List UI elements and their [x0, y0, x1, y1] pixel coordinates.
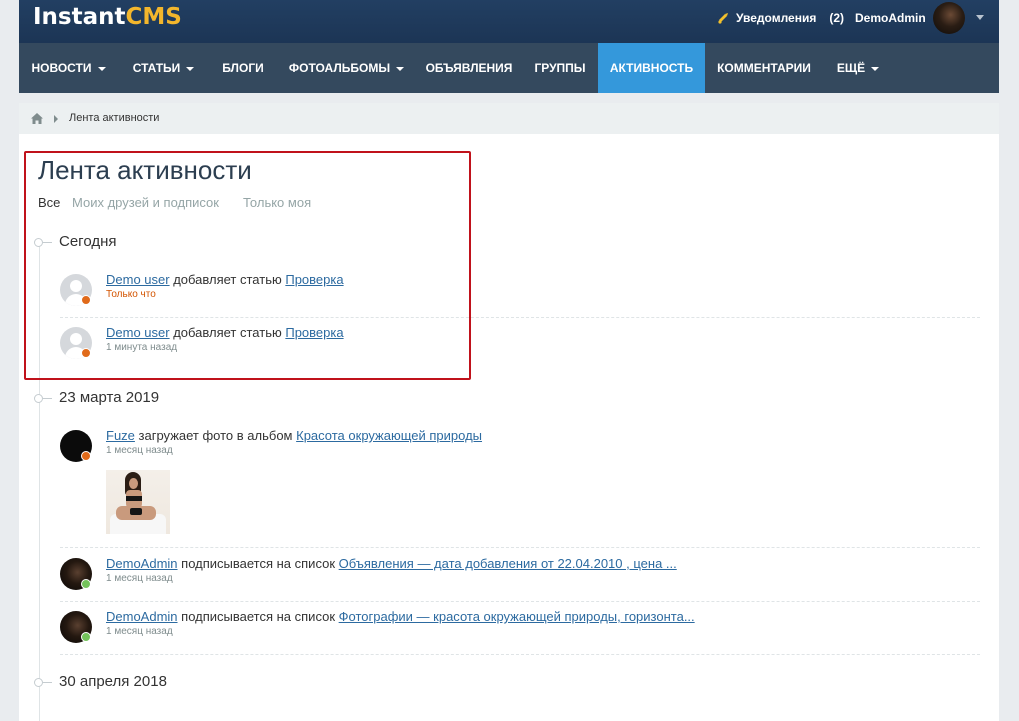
activity-time: 1 месяц назад — [106, 573, 173, 584]
action-text: подписывается на список — [181, 609, 336, 624]
bell-icon — [718, 13, 728, 24]
target-link[interactable]: Проверка — [285, 272, 343, 287]
page: InstantCMS Уведомления (2) DemoAdmin НОВ… — [19, 0, 999, 721]
photo-thumbnail[interactable] — [106, 470, 170, 534]
breadcrumb-current: Лента активности — [69, 112, 160, 124]
activity-time: 1 месяц назад — [106, 445, 173, 456]
user-link[interactable]: Demo user — [106, 325, 170, 340]
timeline-dot — [34, 678, 43, 687]
user-menu-name[interactable]: DemoAdmin — [855, 11, 926, 25]
activity-time: Только что — [106, 289, 156, 300]
action-text: подписывается на список — [181, 556, 336, 571]
main-nav: НОВОСТИ СТАТЬИ БЛОГИ ФОТОАЛЬБОМЫ ОБЪЯВЛЕНИЯ Г… — [19, 43, 999, 93]
nav-item-label: ОБЪЯВЛЕНИЯ — [425, 61, 513, 75]
page-title: Лента активности — [38, 155, 252, 185]
nav-item-label: НОВОСТИ — [31, 61, 92, 75]
nav-item-label: ФОТОАЛЬБОМЫ — [288, 61, 391, 75]
user-link[interactable]: DemoAdmin — [106, 556, 178, 571]
logo-accent-text: CMS — [125, 4, 182, 30]
home-icon[interactable] — [31, 113, 43, 124]
chevron-down-icon[interactable] — [976, 15, 984, 20]
breadcrumb-separator-icon — [54, 115, 58, 123]
nav-item-label: ЕЩЁ — [836, 61, 866, 75]
filter-mine[interactable]: Только моя — [243, 195, 311, 210]
breadcrumb: Лента активности — [19, 103, 999, 134]
nav-item-8[interactable]: ЕЩЁ — [823, 43, 893, 93]
action-text: загружает фото в альбом — [138, 428, 293, 443]
online-status-icon — [81, 632, 91, 642]
user-link[interactable]: Fuze — [106, 428, 135, 443]
timeline-dot — [34, 238, 43, 247]
notifications-link[interactable]: Уведомления (2) — [716, 11, 844, 25]
action-text: добавляет статью — [173, 272, 282, 287]
target-link[interactable]: Объявления — дата добавления от 22.04.20… — [339, 556, 677, 571]
target-link[interactable]: Фотографии — красота окружающей природы,… — [339, 609, 695, 624]
filter-all[interactable]: Все — [38, 195, 60, 210]
notifications-label: Уведомления — [736, 11, 817, 25]
offline-status-icon — [81, 451, 91, 461]
activity-time: 1 месяц назад — [106, 626, 173, 637]
nav-item-0[interactable]: НОВОСТИ — [19, 43, 118, 93]
filter-friends[interactable]: Моих друзей и подписок — [72, 195, 219, 210]
nav-item-5[interactable]: ГРУППЫ — [522, 43, 598, 93]
timeline-line — [39, 241, 40, 721]
user-link[interactable]: Demo user — [106, 272, 170, 287]
site-logo[interactable]: InstantCMS — [33, 4, 182, 30]
nav-item-1[interactable]: СТАТЬИ — [118, 43, 209, 93]
activity-time: 1 минута назад — [106, 342, 178, 353]
divider — [60, 547, 980, 548]
nav-item-label: АКТИВНОСТЬ — [609, 61, 694, 75]
offline-status-icon — [81, 348, 91, 358]
nav-item-7[interactable]: КОММЕНТАРИИ — [705, 43, 823, 93]
nav-item-label: СТАТЬИ — [132, 61, 181, 75]
timeline-dot — [34, 394, 43, 403]
user-avatar[interactable] — [933, 2, 965, 34]
divider — [60, 601, 980, 602]
action-text: добавляет статью — [173, 325, 282, 340]
chevron-down-icon — [871, 66, 880, 71]
top-header: InstantCMS Уведомления (2) DemoAdmin — [19, 0, 999, 43]
nav-item-label: ГРУППЫ — [534, 61, 586, 75]
chevron-down-icon — [396, 66, 405, 71]
nav-item-label: КОММЕНТАРИИ — [717, 61, 811, 75]
nav-item-6[interactable]: АКТИВНОСТЬ — [598, 43, 705, 93]
nav-item-label: БЛОГИ — [222, 61, 264, 75]
user-link[interactable]: DemoAdmin — [106, 609, 178, 624]
nav-item-4[interactable]: ОБЪЯВЛЕНИЯ — [416, 43, 522, 93]
nav-item-2[interactable]: БЛОГИ — [209, 43, 277, 93]
target-link[interactable]: Проверка — [285, 325, 343, 340]
offline-status-icon — [81, 295, 91, 305]
nav-item-3[interactable]: ФОТОАЛЬБОМЫ — [277, 43, 416, 93]
logo-text: Instant — [33, 4, 126, 30]
notifications-count: (2) — [829, 11, 845, 25]
divider — [60, 654, 980, 655]
content-area: Лента активности Лента активности Все Мо… — [19, 103, 999, 721]
chevron-down-icon — [97, 66, 106, 71]
divider — [60, 317, 980, 318]
target-link[interactable]: Красота окружающей природы — [296, 428, 482, 443]
chevron-down-icon — [186, 66, 195, 71]
online-status-icon — [81, 579, 91, 589]
